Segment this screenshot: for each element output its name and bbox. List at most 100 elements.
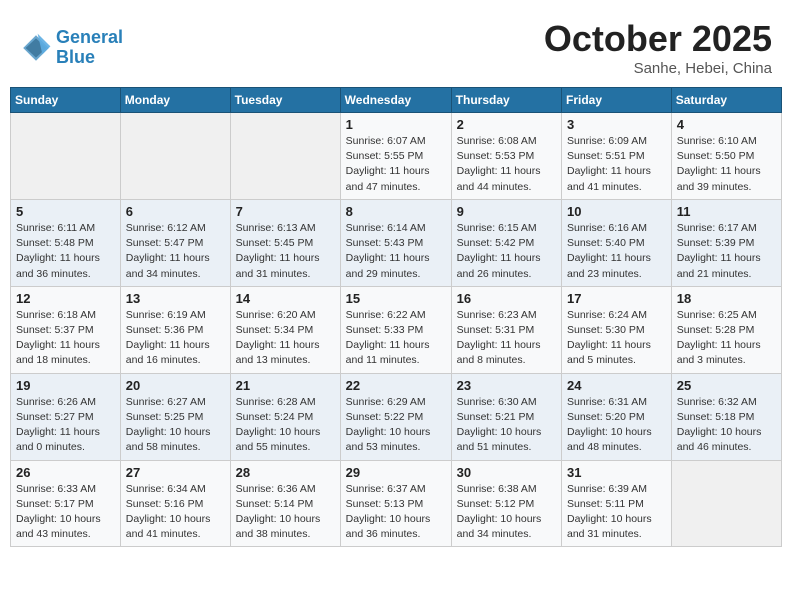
calendar-cell: 2 Sunrise: 6:08 AM Sunset: 5:53 PM Daylig…: [451, 113, 561, 200]
calendar-cell: 31 Sunrise: 6:39 AM Sunset: 5:11 PM Dayli…: [562, 460, 672, 547]
calendar-cell: 13 Sunrise: 6:19 AM Sunset: 5:36 PM Dayli…: [120, 286, 230, 373]
day-number: 19: [16, 378, 115, 393]
calendar-cell: 21Sunrise: 6:28 AM Sunset: 5:24 PM Dayli…: [230, 373, 340, 460]
calendar-week-row: 12 Sunrise: 6:18 AM Sunset: 5:37 PM Dayli…: [11, 286, 782, 373]
weekday-header: Saturday: [671, 88, 781, 113]
day-info: Sunrise: 6:32 AM Sunset: 5:18 PM Dayligh…: [677, 395, 776, 456]
day-info: Sunrise: 6:10 AM Sunset: 5:50 PM Dayligh…: [677, 134, 776, 195]
day-info: Sunrise: 6:18 AM Sunset: 5:37 PM Dayligh…: [16, 308, 115, 369]
logo: General Blue: [20, 28, 123, 68]
day-info: Sunrise: 6:38 AM Sunset: 5:12 PM Dayligh…: [457, 482, 556, 543]
day-info: Sunrise: 6:39 AM Sunset: 5:11 PM Dayligh…: [567, 482, 666, 543]
day-number: 10: [567, 204, 666, 219]
calendar-cell: 26 Sunrise: 6:33 AM Sunset: 5:17 PM Dayli…: [11, 460, 121, 547]
calendar-cell: 16Sunrise: 6:23 AM Sunset: 5:31 PM Dayli…: [451, 286, 561, 373]
day-info: Sunrise: 6:16 AM Sunset: 5:40 PM Dayligh…: [567, 221, 666, 282]
day-info: Sunrise: 6:24 AM Sunset: 5:30 PM Dayligh…: [567, 308, 666, 369]
month-title: October 2025: [544, 18, 772, 60]
day-number: 15: [346, 291, 446, 306]
weekday-header: Friday: [562, 88, 672, 113]
day-number: 2: [457, 117, 556, 132]
calendar-cell: 27 Sunrise: 6:34 AM Sunset: 5:16 PM Dayli…: [120, 460, 230, 547]
calendar-cell: 8 Sunrise: 6:14 AM Sunset: 5:43 PM Daylig…: [340, 199, 451, 286]
calendar-cell: 3 Sunrise: 6:09 AM Sunset: 5:51 PM Daylig…: [562, 113, 672, 200]
calendar-cell: 15 Sunrise: 6:22 AM Sunset: 5:33 PM Dayli…: [340, 286, 451, 373]
day-number: 17: [567, 291, 666, 306]
day-info: Sunrise: 6:31 AM Sunset: 5:20 PM Dayligh…: [567, 395, 666, 456]
day-info: Sunrise: 6:28 AM Sunset: 5:24 PM Dayligh…: [236, 395, 335, 456]
day-info: Sunrise: 6:23 AM Sunset: 5:31 PM Dayligh…: [457, 308, 556, 369]
day-info: Sunrise: 6:30 AM Sunset: 5:21 PM Dayligh…: [457, 395, 556, 456]
calendar-cell: 17 Sunrise: 6:24 AM Sunset: 5:30 PM Dayli…: [562, 286, 672, 373]
weekday-header: Monday: [120, 88, 230, 113]
day-number: 13: [126, 291, 225, 306]
day-number: 5: [16, 204, 115, 219]
weekday-header-row: SundayMondayTuesdayWednesdayThursdayFrid…: [11, 88, 782, 113]
calendar-cell: 11 Sunrise: 6:17 AM Sunset: 5:39 PM Dayli…: [671, 199, 781, 286]
day-info: Sunrise: 6:07 AM Sunset: 5:55 PM Dayligh…: [346, 134, 446, 195]
day-number: 3: [567, 117, 666, 132]
day-info: Sunrise: 6:29 AM Sunset: 5:22 PM Dayligh…: [346, 395, 446, 456]
day-number: 23: [457, 378, 556, 393]
weekday-header: Sunday: [11, 88, 121, 113]
calendar-cell: 23 Sunrise: 6:30 AM Sunset: 5:21 PM Dayli…: [451, 373, 561, 460]
day-number: 1: [346, 117, 446, 132]
day-info: Sunrise: 6:17 AM Sunset: 5:39 PM Dayligh…: [677, 221, 776, 282]
day-number: 18: [677, 291, 776, 306]
day-number: 14: [236, 291, 335, 306]
calendar-week-row: 5 Sunrise: 6:11 AM Sunset: 5:48 PM Daylig…: [11, 199, 782, 286]
title-block: October 2025 Sanhe, Hebei, China: [544, 18, 772, 77]
day-number: 27: [126, 465, 225, 480]
day-number: 12: [16, 291, 115, 306]
day-info: Sunrise: 6:34 AM Sunset: 5:16 PM Dayligh…: [126, 482, 225, 543]
day-number: 25: [677, 378, 776, 393]
day-info: Sunrise: 6:20 AM Sunset: 5:34 PM Dayligh…: [236, 308, 335, 369]
calendar-cell: [671, 460, 781, 547]
calendar-cell: 25 Sunrise: 6:32 AM Sunset: 5:18 PM Dayli…: [671, 373, 781, 460]
calendar-cell: 6Sunrise: 6:12 AM Sunset: 5:47 PM Daylig…: [120, 199, 230, 286]
day-number: 24: [567, 378, 666, 393]
day-info: Sunrise: 6:33 AM Sunset: 5:17 PM Dayligh…: [16, 482, 115, 543]
day-info: Sunrise: 6:08 AM Sunset: 5:53 PM Dayligh…: [457, 134, 556, 195]
calendar-cell: 4 Sunrise: 6:10 AM Sunset: 5:50 PM Daylig…: [671, 113, 781, 200]
calendar-week-row: 26 Sunrise: 6:33 AM Sunset: 5:17 PM Dayli…: [11, 460, 782, 547]
logo-icon: [20, 32, 52, 64]
day-info: Sunrise: 6:14 AM Sunset: 5:43 PM Dayligh…: [346, 221, 446, 282]
calendar-week-row: 1 Sunrise: 6:07 AM Sunset: 5:55 PM Daylig…: [11, 113, 782, 200]
day-info: Sunrise: 6:11 AM Sunset: 5:48 PM Dayligh…: [16, 221, 115, 282]
day-number: 31: [567, 465, 666, 480]
day-info: Sunrise: 6:27 AM Sunset: 5:25 PM Dayligh…: [126, 395, 225, 456]
calendar-table: SundayMondayTuesdayWednesdayThursdayFrid…: [10, 87, 782, 547]
weekday-header: Thursday: [451, 88, 561, 113]
weekday-header: Wednesday: [340, 88, 451, 113]
calendar-cell: 9Sunrise: 6:15 AM Sunset: 5:42 PM Daylig…: [451, 199, 561, 286]
day-number: 7: [236, 204, 335, 219]
calendar-cell: 18Sunrise: 6:25 AM Sunset: 5:28 PM Dayli…: [671, 286, 781, 373]
calendar-cell: 1 Sunrise: 6:07 AM Sunset: 5:55 PM Daylig…: [340, 113, 451, 200]
location-title: Sanhe, Hebei, China: [544, 60, 772, 77]
day-info: Sunrise: 6:36 AM Sunset: 5:14 PM Dayligh…: [236, 482, 335, 543]
day-number: 26: [16, 465, 115, 480]
day-info: Sunrise: 6:09 AM Sunset: 5:51 PM Dayligh…: [567, 134, 666, 195]
calendar-cell: 5 Sunrise: 6:11 AM Sunset: 5:48 PM Daylig…: [11, 199, 121, 286]
calendar-cell: 24 Sunrise: 6:31 AM Sunset: 5:20 PM Dayli…: [562, 373, 672, 460]
calendar-cell: [120, 113, 230, 200]
calendar-cell: 7Sunrise: 6:13 AM Sunset: 5:45 PM Daylig…: [230, 199, 340, 286]
weekday-header: Tuesday: [230, 88, 340, 113]
day-info: Sunrise: 6:15 AM Sunset: 5:42 PM Dayligh…: [457, 221, 556, 282]
calendar-cell: 12 Sunrise: 6:18 AM Sunset: 5:37 PM Dayli…: [11, 286, 121, 373]
calendar-cell: 19Sunrise: 6:26 AM Sunset: 5:27 PM Dayli…: [11, 373, 121, 460]
day-info: Sunrise: 6:12 AM Sunset: 5:47 PM Dayligh…: [126, 221, 225, 282]
day-info: Sunrise: 6:22 AM Sunset: 5:33 PM Dayligh…: [346, 308, 446, 369]
calendar-cell: 10 Sunrise: 6:16 AM Sunset: 5:40 PM Dayli…: [562, 199, 672, 286]
calendar-week-row: 19Sunrise: 6:26 AM Sunset: 5:27 PM Dayli…: [11, 373, 782, 460]
calendar-cell: 20Sunrise: 6:27 AM Sunset: 5:25 PM Dayli…: [120, 373, 230, 460]
day-info: Sunrise: 6:19 AM Sunset: 5:36 PM Dayligh…: [126, 308, 225, 369]
logo-text: General Blue: [56, 28, 123, 68]
calendar-cell: 30Sunrise: 6:38 AM Sunset: 5:12 PM Dayli…: [451, 460, 561, 547]
day-number: 4: [677, 117, 776, 132]
day-number: 29: [346, 465, 446, 480]
day-number: 8: [346, 204, 446, 219]
day-number: 11: [677, 204, 776, 219]
calendar-cell: 28Sunrise: 6:36 AM Sunset: 5:14 PM Dayli…: [230, 460, 340, 547]
